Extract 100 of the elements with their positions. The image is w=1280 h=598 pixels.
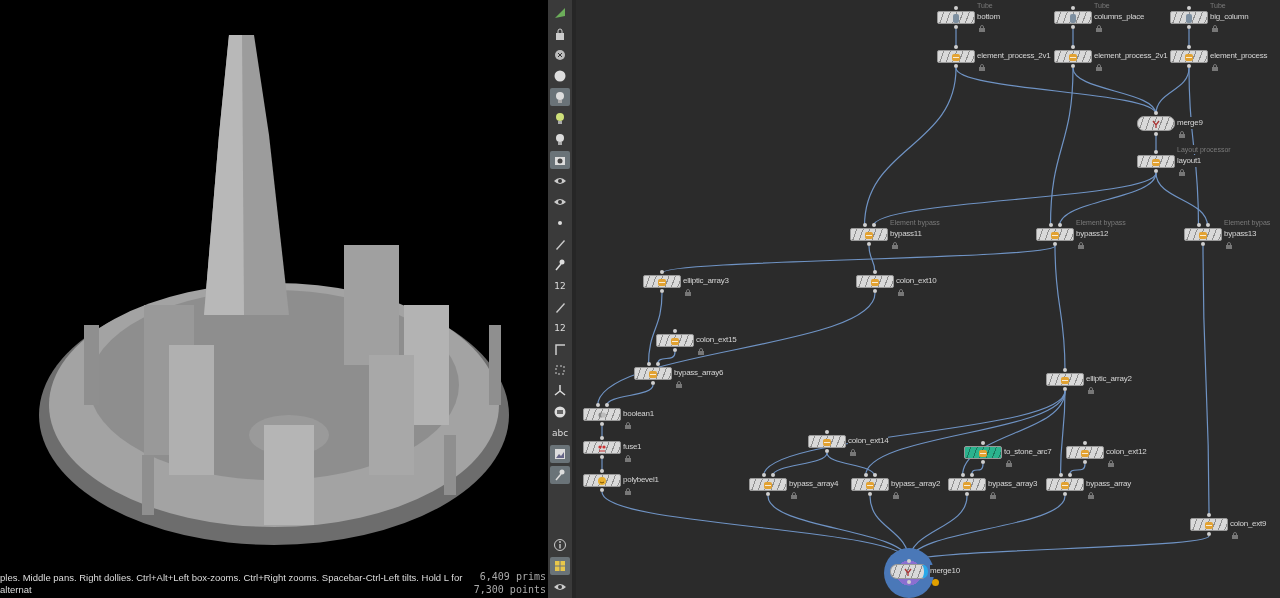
image-icon[interactable] <box>550 445 570 463</box>
output-port[interactable] <box>1063 387 1067 391</box>
output-port[interactable] <box>867 242 871 246</box>
node[interactable] <box>1066 446 1104 459</box>
output-port[interactable] <box>873 289 877 293</box>
asset-icon <box>978 447 988 458</box>
asset-icon <box>657 276 667 287</box>
output-port[interactable] <box>1154 169 1158 173</box>
node[interactable] <box>851 478 889 491</box>
input-port[interactable] <box>1187 6 1191 10</box>
node[interactable] <box>937 11 975 24</box>
node[interactable] <box>1046 373 1084 386</box>
input-port[interactable] <box>1063 368 1067 372</box>
node[interactable] <box>583 441 621 454</box>
input-port[interactable] <box>1071 45 1075 49</box>
output-port[interactable] <box>600 488 604 492</box>
geometry-stat: 7,300 points <box>473 583 546 596</box>
node-label: colon_ext12 <box>1106 446 1147 458</box>
lock-icon <box>1232 532 1238 539</box>
output-port[interactable] <box>1154 132 1158 136</box>
node[interactable] <box>1054 11 1092 24</box>
node[interactable] <box>808 435 846 448</box>
output-port[interactable] <box>1053 242 1057 246</box>
node[interactable] <box>634 367 672 380</box>
node[interactable] <box>656 334 694 347</box>
lock-icon <box>1179 131 1185 138</box>
light-bulb-icon[interactable] <box>550 88 570 106</box>
lock-icon <box>791 492 797 499</box>
lock-icon <box>1096 64 1102 71</box>
input-port[interactable] <box>954 6 958 10</box>
input-port[interactable] <box>1187 45 1191 49</box>
asset-icon <box>1184 51 1194 62</box>
camera-icon[interactable] <box>550 151 570 169</box>
output-port[interactable] <box>600 455 604 459</box>
output-port[interactable] <box>981 460 985 464</box>
lock-icon <box>1088 387 1094 394</box>
node[interactable] <box>1036 228 1074 241</box>
input-port[interactable] <box>825 430 829 434</box>
input-port[interactable] <box>873 270 877 274</box>
input-port[interactable] <box>600 469 604 473</box>
node-label: element_process <box>1210 50 1268 62</box>
cylinder-icon <box>1184 12 1194 23</box>
input-port[interactable] <box>600 436 604 440</box>
output-port[interactable] <box>1187 64 1191 68</box>
node[interactable] <box>583 408 621 421</box>
node[interactable] <box>964 446 1002 459</box>
output-port[interactable] <box>651 381 655 385</box>
input-port[interactable] <box>907 559 911 563</box>
output-port[interactable] <box>1187 25 1191 29</box>
input-port[interactable] <box>1154 150 1158 154</box>
input-port[interactable] <box>1071 6 1075 10</box>
node[interactable] <box>1170 50 1208 63</box>
node-label: colon_ext10 <box>896 275 937 287</box>
input-port[interactable] <box>673 329 677 333</box>
input-port[interactable] <box>981 441 985 445</box>
node[interactable] <box>1054 50 1092 63</box>
output-port[interactable] <box>673 348 677 352</box>
node[interactable] <box>937 50 975 63</box>
grid-icon[interactable] <box>550 557 570 575</box>
output-port[interactable] <box>1083 460 1087 464</box>
node[interactable] <box>948 478 986 491</box>
node[interactable] <box>1170 11 1208 24</box>
output-port[interactable] <box>1207 532 1211 536</box>
node[interactable] <box>890 564 928 579</box>
lock-icon <box>676 381 682 388</box>
node-label: to_stone_arc7 <box>1004 446 1052 458</box>
node[interactable] <box>850 228 888 241</box>
output-port[interactable] <box>965 492 969 496</box>
node[interactable] <box>749 478 787 491</box>
output-port[interactable] <box>766 492 770 496</box>
geometry-stat: 6,409 prims <box>479 570 546 583</box>
input-port[interactable] <box>1207 513 1211 517</box>
node[interactable] <box>1184 228 1222 241</box>
output-port[interactable] <box>600 422 604 426</box>
node[interactable] <box>1190 518 1228 531</box>
node[interactable] <box>1137 116 1175 131</box>
input-port[interactable] <box>1083 441 1087 445</box>
node[interactable] <box>1137 155 1175 168</box>
tool-button[interactable]: 12 <box>550 319 570 337</box>
asset-icon <box>822 436 832 447</box>
input-port[interactable] <box>1154 111 1158 115</box>
input-port[interactable] <box>954 45 958 49</box>
output-port[interactable] <box>1201 242 1205 246</box>
output-port[interactable] <box>1071 25 1075 29</box>
node[interactable] <box>856 275 894 288</box>
asset-icon <box>670 335 680 346</box>
output-port[interactable] <box>660 289 664 293</box>
tool-button[interactable]: 12 <box>550 277 570 295</box>
node[interactable] <box>1046 478 1084 491</box>
pin-icon[interactable] <box>550 466 570 484</box>
output-port[interactable] <box>868 492 872 496</box>
output-port[interactable] <box>825 449 829 453</box>
output-port[interactable] <box>954 25 958 29</box>
output-port[interactable] <box>1063 492 1067 496</box>
output-port[interactable] <box>1071 64 1075 68</box>
input-port[interactable] <box>660 270 664 274</box>
tool-button[interactable]: abc <box>550 424 570 442</box>
node[interactable] <box>583 474 621 487</box>
output-port[interactable] <box>954 64 958 68</box>
node[interactable] <box>643 275 681 288</box>
